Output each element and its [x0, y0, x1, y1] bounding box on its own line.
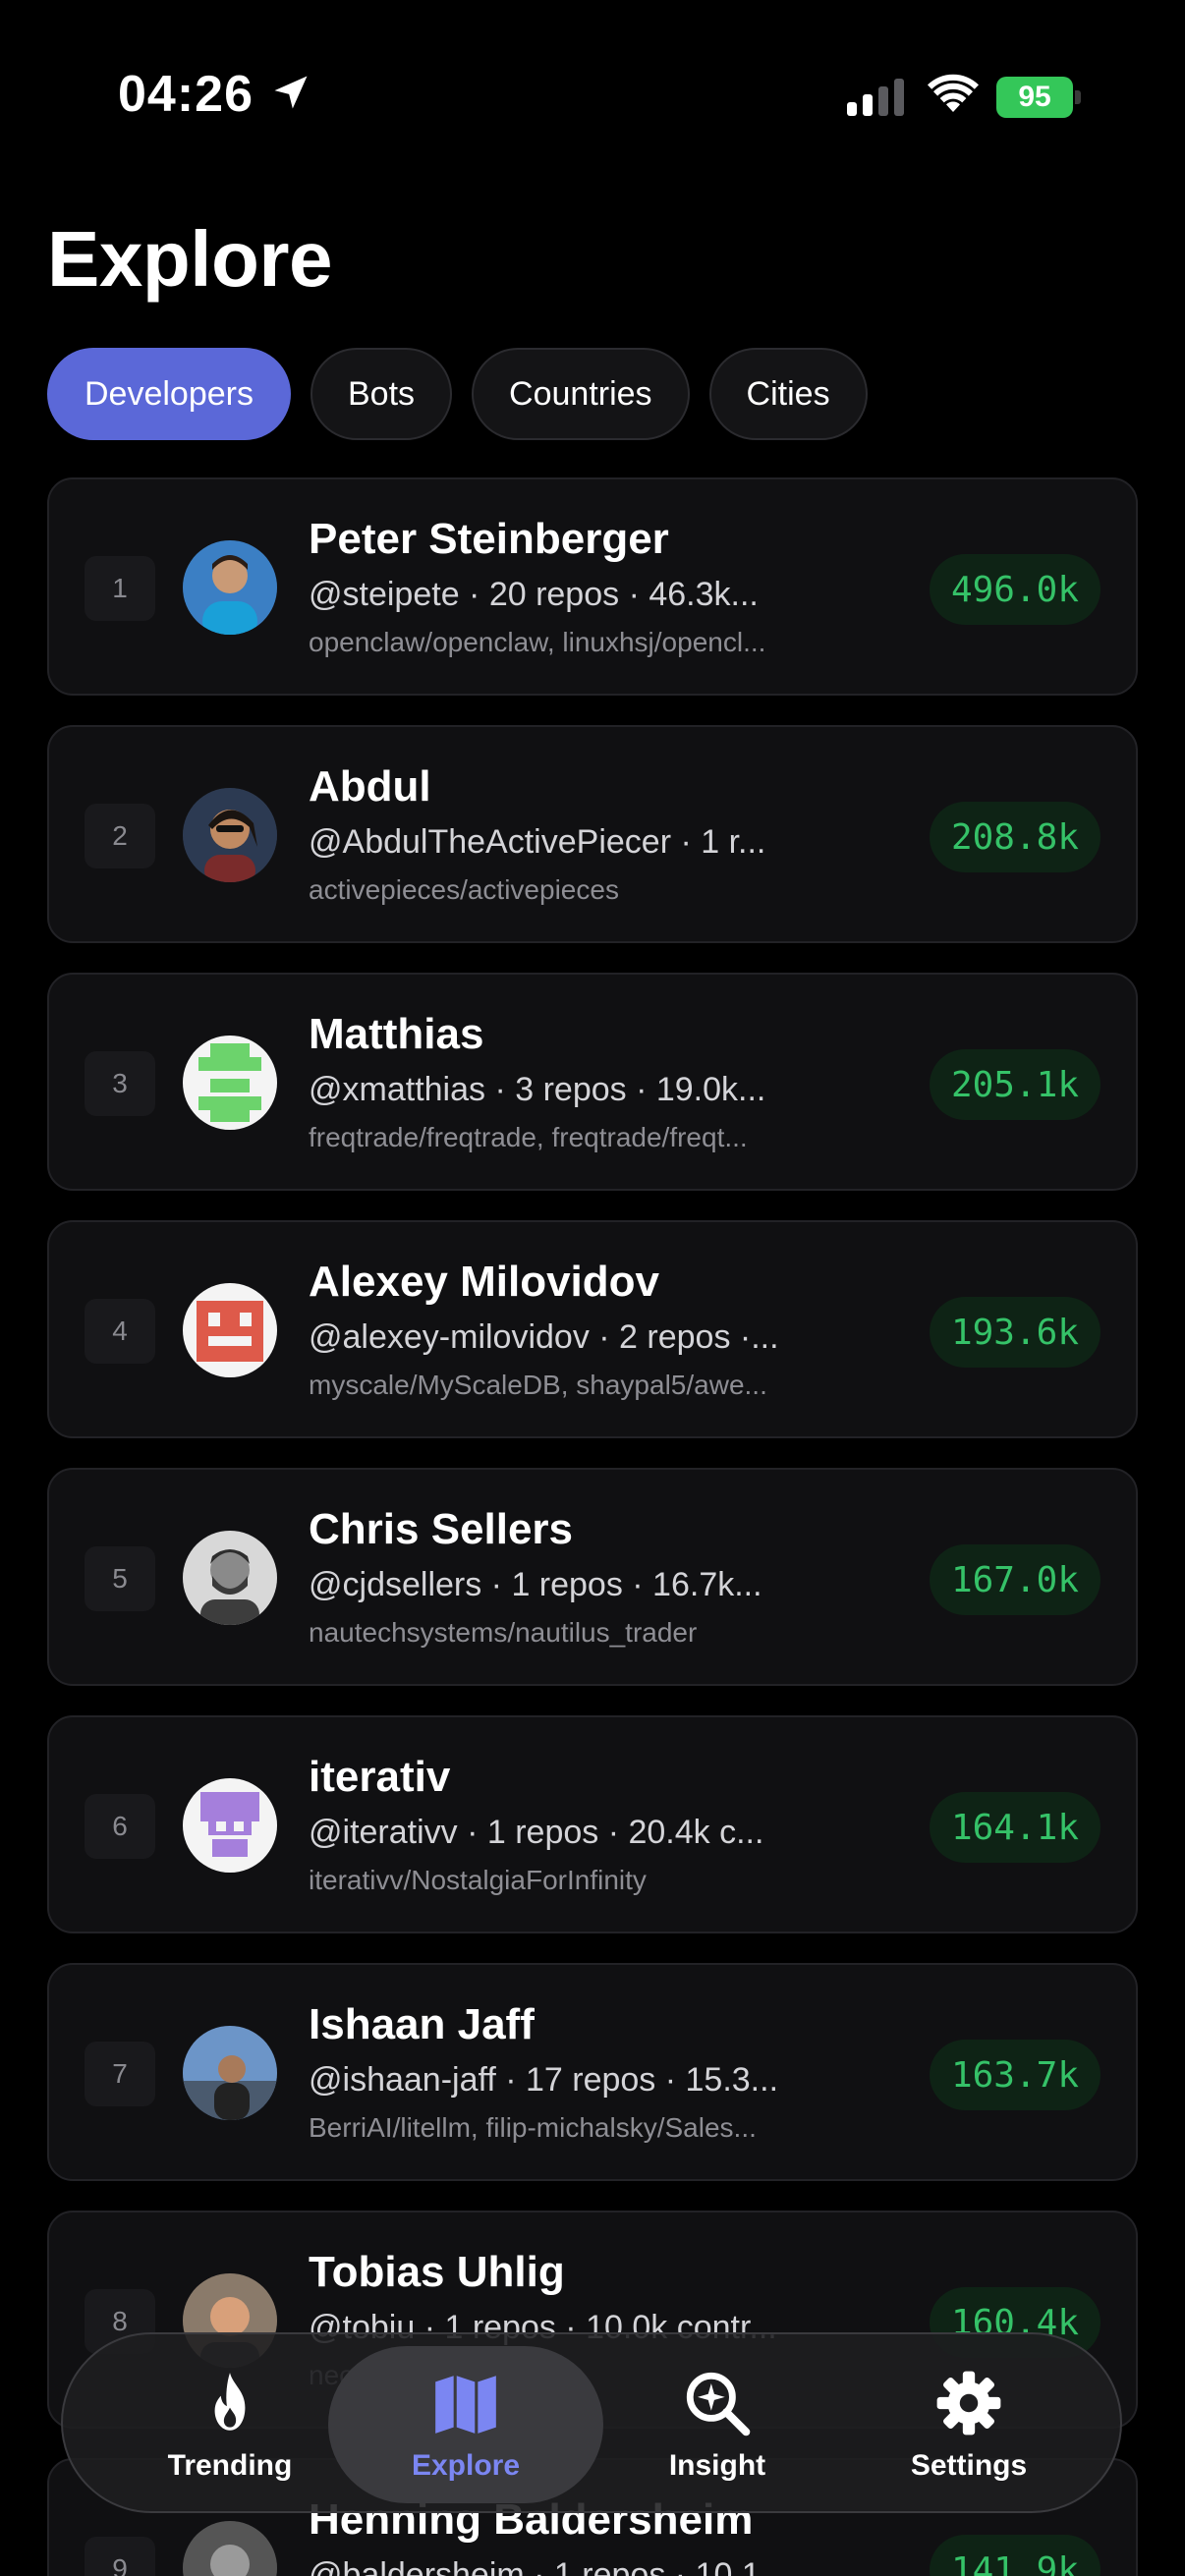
avatar [183, 2026, 277, 2120]
flame-icon [214, 2373, 246, 2431]
battery-level: 95 [996, 77, 1073, 118]
score-badge: 164.1k [929, 1792, 1100, 1863]
nav-trending[interactable]: Trending [92, 2346, 367, 2503]
developer-repos: activepieces/activepieces [309, 874, 619, 905]
developer-repos: myscale/MyScaleDB, shaypal5/awe... [309, 1370, 767, 1400]
rank-badge: 6 [85, 1794, 155, 1859]
wifi-icon [928, 74, 979, 112]
tab-bots[interactable]: Bots [310, 348, 453, 440]
avatar [183, 1778, 277, 1873]
developer-meta: @iterativv · 1 repos · 20.4k c... [309, 1814, 764, 1851]
score-badge: 163.7k [929, 2040, 1100, 2110]
developer-name: Alexey Milovidov [309, 1258, 660, 1306]
score-badge: 141.9k [929, 2535, 1100, 2576]
developer-repos: iterativv/NostalgiaForInfinity [309, 1865, 647, 1895]
developer-name: Matthias [309, 1010, 484, 1058]
developer-name: Ishaan Jaff [309, 2000, 535, 2048]
developer-repos: openclaw/openclaw, linuxhsj/opencl... [309, 627, 766, 657]
avatar [183, 788, 277, 882]
developer-card[interactable]: 4 Alexey Milovidov @alexey-milovidov · 2… [47, 1220, 1138, 1438]
developer-name: iterativ [309, 1753, 451, 1801]
score-badge: 208.8k [929, 802, 1100, 872]
developer-card[interactable]: 1 Peter Steinberger @steipete · 20 repos… [47, 477, 1138, 696]
nav-explore-label: Explore [411, 2449, 521, 2482]
category-tabs: Developers Bots Countries Cities [47, 348, 868, 440]
score-badge: 193.6k [929, 1297, 1100, 1368]
bottom-tab-bar: Trending Explore Insight Settings [61, 2332, 1122, 2513]
score-badge: 205.1k [929, 1049, 1100, 1120]
gear-icon [936, 2371, 1001, 2436]
avatar [183, 1036, 277, 1130]
developer-meta: @ishaan-jaff · 17 repos · 15.3... [309, 2061, 779, 2099]
developer-card[interactable]: 6 iterativ @iterativv · 1 repos · 20.4k … [47, 1715, 1138, 1933]
rank-badge: 1 [85, 556, 155, 621]
nav-explore[interactable]: Explore [328, 2346, 603, 2503]
score-badge: 496.0k [929, 554, 1100, 625]
page-title: Explore [47, 215, 332, 303]
tab-developers[interactable]: Developers [47, 348, 291, 440]
score-badge: 167.0k [929, 1544, 1100, 1615]
developer-card[interactable]: 2 Abdul @AbdulTheActivePiecer · 1 r... a… [47, 725, 1138, 943]
avatar [183, 2521, 277, 2576]
rank-badge: 5 [85, 1546, 155, 1611]
nav-settings-label: Settings [910, 2449, 1028, 2482]
nav-insight-label: Insight [668, 2449, 766, 2482]
developer-card[interactable]: 7 Ishaan Jaff @ishaan-jaff · 17 repos · … [47, 1963, 1138, 2181]
developer-name: Tobias Uhlig [309, 2248, 565, 2296]
developer-card[interactable]: 5 Chris Sellers @cjdsellers · 1 repos · … [47, 1468, 1138, 1686]
developer-meta: @steipete · 20 repos · 46.3k... [309, 576, 759, 613]
rank-badge: 9 [85, 2537, 155, 2576]
developer-meta: @alexey-milovidov · 2 repos ·... [309, 1318, 779, 1356]
developer-meta: @baldersheim · 1 repos · 10.1... [309, 2556, 789, 2576]
rank-badge: 4 [85, 1299, 155, 1364]
developer-card[interactable]: 3 Matthias @xmatthias · 3 repos · 19.0k.… [47, 973, 1138, 1191]
cellular-signal-icon [847, 79, 904, 116]
location-arrow-icon [274, 76, 308, 109]
developer-name: Abdul [309, 762, 431, 811]
tab-cities[interactable]: Cities [708, 348, 868, 440]
rank-badge: 3 [85, 1051, 155, 1116]
search-sparkle-icon [686, 2372, 751, 2436]
avatar [183, 1283, 277, 1377]
rank-badge: 7 [85, 2042, 155, 2106]
avatar [183, 1531, 277, 1625]
developer-name: Chris Sellers [309, 1505, 574, 1553]
nav-trending-label: Trending [167, 2449, 293, 2482]
status-time: 04:26 [118, 66, 254, 123]
nav-insight[interactable]: Insight [580, 2346, 855, 2503]
status-bar: 04:26 95 [0, 0, 1185, 187]
developer-meta: @cjdsellers · 1 repos · 16.7k... [309, 1566, 762, 1603]
tab-countries[interactable]: Countries [472, 348, 690, 440]
battery-indicator: 95 [996, 77, 1081, 118]
developer-repos: freqtrade/freqtrade, freqtrade/freqt... [309, 1122, 748, 1152]
battery-cap [1075, 90, 1081, 104]
nav-settings[interactable]: Settings [831, 2346, 1106, 2503]
developer-meta: @xmatthias · 3 repos · 19.0k... [309, 1071, 766, 1108]
rank-badge: 2 [85, 804, 155, 868]
developer-name: Peter Steinberger [309, 515, 669, 563]
developer-repos: BerriAI/litellm, filip-michalsky/Sales..… [309, 2112, 757, 2143]
avatar [183, 540, 277, 635]
developer-repos: nautechsystems/nautilus_trader [309, 1617, 698, 1648]
map-icon [435, 2376, 496, 2434]
developer-meta: @AbdulTheActivePiecer · 1 r... [309, 823, 766, 861]
